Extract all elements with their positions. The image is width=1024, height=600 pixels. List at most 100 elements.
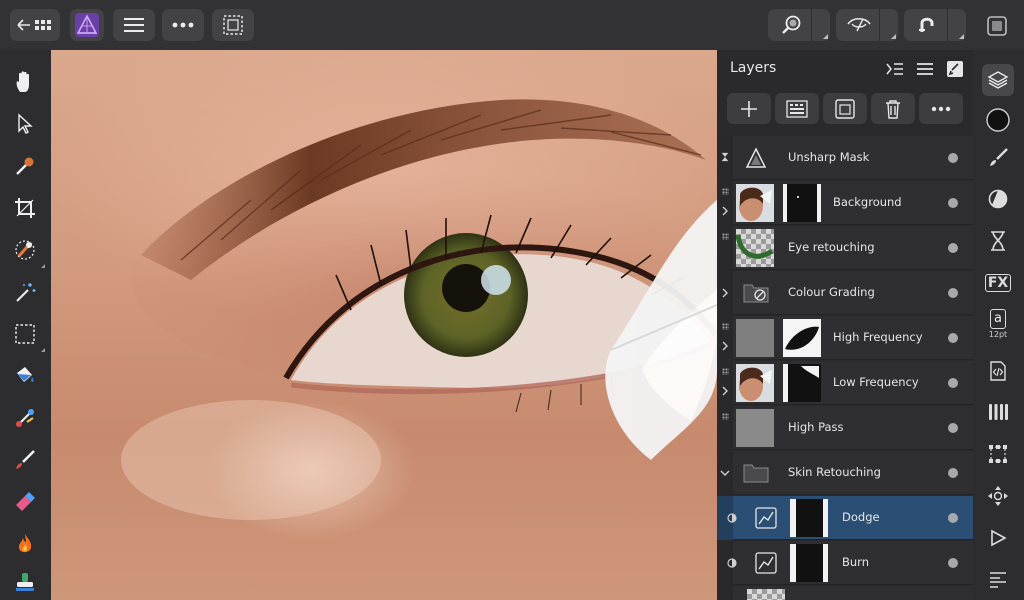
expand-chevron-icon[interactable] — [720, 206, 730, 216]
document-canvas[interactable] — [51, 50, 717, 600]
code-studio-button[interactable] — [982, 355, 1014, 387]
more-button[interactable] — [162, 9, 204, 41]
brushes-studio-button[interactable] — [982, 142, 1014, 174]
move-tool[interactable] — [9, 108, 41, 140]
flame-icon — [18, 534, 32, 553]
snapping-button[interactable] — [904, 9, 966, 41]
macros-studio-button[interactable] — [982, 522, 1014, 554]
hand-tool[interactable] — [9, 66, 41, 98]
panel-pin-button[interactable] — [945, 59, 965, 79]
code-document-icon — [990, 361, 1006, 381]
menu-button[interactable] — [113, 9, 155, 41]
zoom-view-button[interactable] — [768, 9, 830, 41]
selection-brush-tool[interactable] — [9, 234, 45, 268]
mask-thumbnail — [790, 544, 828, 582]
layer-row[interactable]: Low Frequency — [717, 361, 973, 405]
visibility-toggle[interactable] — [948, 558, 958, 568]
visibility-toggle[interactable] — [948, 153, 958, 163]
burn-brush-tool[interactable] — [9, 528, 41, 560]
visibility-toggle[interactable] — [948, 468, 958, 478]
studio-toggle-button[interactable] — [986, 15, 1008, 37]
adjustments-studio-button[interactable] — [982, 183, 1014, 215]
layer-row[interactable]: Colour Grading — [717, 271, 973, 315]
magic-wand-tool[interactable] — [9, 276, 41, 308]
visibility-toggle[interactable] — [948, 378, 958, 388]
crop-tool[interactable] — [9, 192, 41, 224]
eraser-icon — [16, 492, 35, 511]
navigator-studio-button[interactable] — [982, 480, 1014, 512]
expand-chevron-icon[interactable] — [720, 386, 730, 396]
channels-studio-button[interactable] — [982, 396, 1014, 428]
collapse-chevron-icon[interactable] — [720, 468, 730, 478]
layers-panel: Layers Unsharp Mask Background Eye retou… — [717, 50, 973, 600]
curves-icon — [755, 507, 777, 529]
tool-flyout-corner-icon — [41, 348, 45, 352]
layer-row[interactable]: Skin Retouching — [717, 451, 973, 495]
ellipsis-icon — [172, 22, 194, 28]
persona-button[interactable] — [70, 9, 104, 41]
expand-chevron-icon[interactable] — [720, 341, 730, 351]
color-picker-tool[interactable] — [9, 150, 41, 182]
magnifier-icon — [782, 15, 801, 34]
layer-more-button[interactable] — [919, 93, 963, 124]
paint-bucket-icon — [17, 367, 34, 382]
layer-name: Low Frequency — [833, 375, 919, 389]
leaf-mask-image — [785, 326, 819, 350]
paint-brush-tool[interactable] — [9, 444, 41, 476]
layer-name: Colour Grading — [788, 285, 875, 299]
panel-menu-button[interactable] — [915, 59, 935, 79]
visibility-toggle[interactable] — [948, 513, 958, 523]
blend-indicator-icon — [727, 558, 737, 568]
hamburger-icon — [124, 18, 144, 32]
visibility-toggle[interactable] — [948, 288, 958, 298]
stamp-icon — [16, 573, 34, 591]
view-mode-button[interactable] — [836, 9, 898, 41]
layer-row[interactable]: High Frequency — [717, 316, 973, 360]
mask-thumbnail — [783, 364, 821, 402]
hand-icon — [16, 71, 29, 92]
visibility-toggle[interactable] — [948, 243, 958, 253]
sharpen-triangle-icon — [745, 147, 767, 168]
layer-row-selected[interactable]: Dodge — [717, 496, 973, 540]
layer-row[interactable]: Burn — [717, 541, 973, 585]
group-thumbnail — [737, 274, 775, 312]
layer-row[interactable] — [717, 586, 973, 600]
fx-studio-button[interactable]: FX — [982, 267, 1014, 299]
group-layers-button[interactable] — [823, 93, 867, 124]
history-studio-button[interactable] — [982, 225, 1014, 257]
list-icon — [917, 63, 933, 75]
delete-layer-button[interactable] — [871, 93, 915, 124]
eyedropper-icon — [16, 157, 34, 175]
crop-icon — [15, 198, 35, 218]
visibility-toggle[interactable] — [948, 423, 958, 433]
info-studio-button[interactable] — [982, 564, 1014, 596]
layers-studio-button[interactable] — [982, 64, 1014, 96]
marquee-tool[interactable] — [9, 318, 45, 352]
gradient-tool[interactable] — [9, 402, 41, 434]
dropdown-corner-icon — [959, 34, 964, 39]
layer-row[interactable]: High Pass — [717, 406, 973, 450]
selection-button[interactable] — [212, 9, 254, 41]
erase-brush-tool[interactable] — [9, 486, 41, 518]
back-grid-button[interactable] — [10, 9, 60, 41]
mask-thumbnail — [790, 499, 828, 537]
add-layer-button[interactable] — [727, 93, 771, 124]
visibility-toggle[interactable] — [948, 198, 958, 208]
add-mask-button[interactable] — [775, 93, 819, 124]
pixel-layer-thumbnail — [736, 319, 774, 357]
color-studio-button[interactable] — [982, 104, 1014, 136]
layer-row[interactable]: Unsharp Mask — [717, 136, 973, 180]
expand-chevron-icon[interactable] — [720, 288, 730, 298]
visibility-toggle[interactable] — [948, 333, 958, 343]
layer-row[interactable]: Eye retouching — [717, 226, 973, 270]
layers-stack-icon — [987, 71, 1009, 89]
layer-row[interactable]: Background — [717, 181, 973, 225]
magnet-icon — [919, 17, 934, 32]
layer-name: Burn — [842, 555, 869, 569]
transform-studio-button[interactable] — [982, 438, 1014, 470]
clone-tool[interactable] — [9, 566, 41, 598]
panel-toggle-icon — [987, 16, 1007, 36]
panel-options-button[interactable] — [885, 59, 905, 79]
text-styles-studio-button[interactable]: a 12pt — [982, 308, 1014, 340]
flood-fill-tool[interactable] — [9, 360, 41, 392]
